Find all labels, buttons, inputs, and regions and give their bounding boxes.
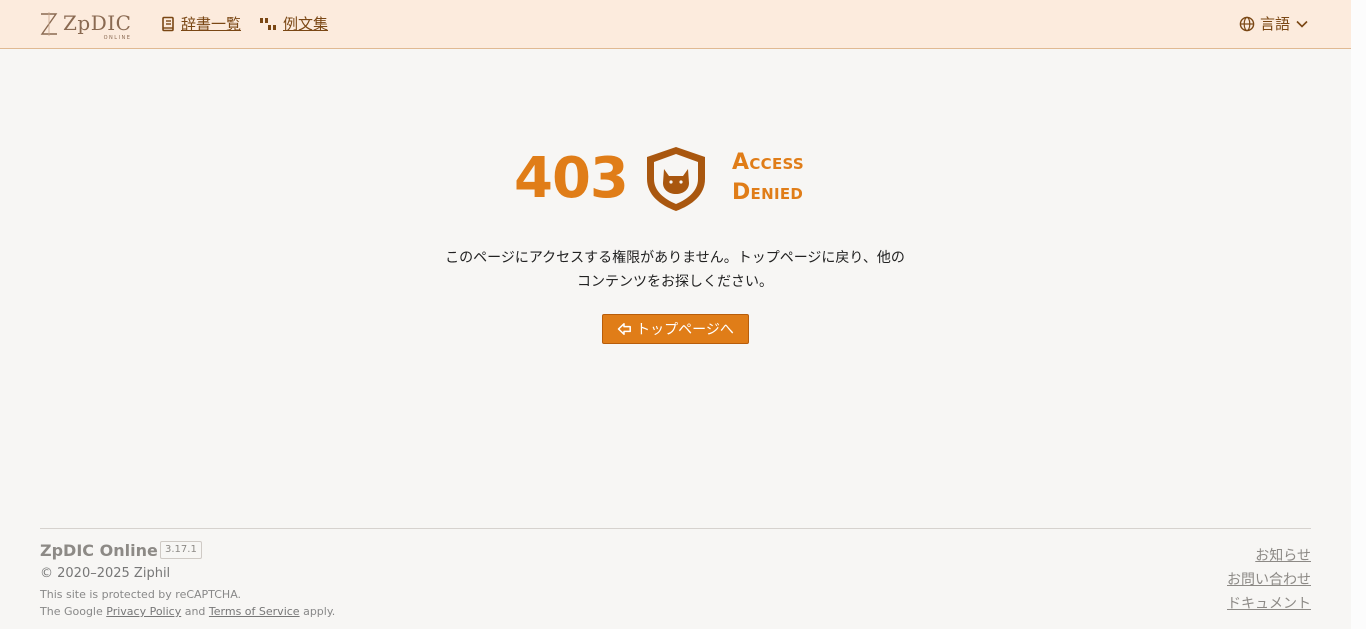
logo-subtext: ONLINE bbox=[103, 35, 132, 41]
site-logo[interactable]: ZpDIC ONLINE bbox=[39, 11, 132, 41]
error-title: Access Denied bbox=[732, 148, 804, 208]
language-selector[interactable]: 言語 bbox=[1239, 14, 1309, 34]
privacy-policy-link[interactable]: Privacy Policy bbox=[106, 605, 181, 618]
language-label: 言語 bbox=[1260, 15, 1291, 33]
error-message: このページにアクセスする権限がありません。トップページに戻り、他の コンテンツを… bbox=[420, 246, 930, 294]
error-message-line2: コンテンツをお探しください。 bbox=[577, 274, 773, 290]
nav-dictionaries-link[interactable]: 辞書一覧 bbox=[161, 14, 241, 34]
recaptcha-and: and bbox=[181, 605, 209, 618]
recaptcha-line2: The Google Privacy Policy and Terms of S… bbox=[40, 603, 335, 620]
footer-link-contact[interactable]: お問い合わせ bbox=[1227, 568, 1311, 592]
quote-icon bbox=[260, 18, 276, 30]
shield-cat-icon bbox=[647, 147, 705, 211]
scrollbar-track[interactable] bbox=[1351, 0, 1366, 629]
recaptcha-notice: This site is protected by reCAPTCHA. The… bbox=[40, 586, 335, 620]
copyright-text: © 2020–2025 Ziphil bbox=[40, 566, 171, 581]
logo-mark-icon bbox=[40, 12, 58, 36]
terms-of-service-link[interactable]: Terms of Service bbox=[209, 605, 300, 618]
nav-examples-label: 例文集 bbox=[283, 15, 329, 33]
recaptcha-prefix: The Google bbox=[40, 605, 107, 618]
footer-site-name: ZpDIC Online bbox=[40, 541, 158, 560]
error-title-line1: Access bbox=[732, 150, 805, 175]
footer-link-news[interactable]: お知らせ bbox=[1227, 544, 1311, 568]
recaptcha-apply: apply. bbox=[299, 605, 336, 618]
footer-divider bbox=[40, 528, 1311, 529]
logo-text: ZpDIC ONLINE bbox=[63, 11, 132, 41]
error-message-line1: このページにアクセスする権限がありません。トップページに戻り、他の bbox=[445, 250, 905, 266]
error-code: 403 bbox=[514, 146, 629, 211]
footer-link-docs[interactable]: ドキュメント bbox=[1227, 592, 1311, 616]
chevron-down-icon bbox=[1296, 20, 1308, 28]
book-icon bbox=[162, 16, 174, 32]
nav-examples-link[interactable]: 例文集 bbox=[259, 14, 328, 34]
footer-links: お知らせ お問い合わせ ドキュメント bbox=[1227, 544, 1311, 616]
error-title-line2: Denied bbox=[732, 180, 804, 205]
nav-dictionaries-label: 辞書一覧 bbox=[181, 15, 242, 33]
version-badge: 3.17.1 bbox=[160, 541, 202, 559]
globe-icon bbox=[1239, 16, 1255, 32]
back-to-top-page-label: トップページへ bbox=[636, 322, 734, 338]
arrow-left-icon bbox=[617, 323, 632, 335]
site-header: ZpDIC ONLINE 辞書一覧 例文集 言語 bbox=[0, 0, 1351, 49]
recaptcha-line1: This site is protected by reCAPTCHA. bbox=[40, 588, 242, 601]
back-to-top-page-button[interactable]: トップページへ bbox=[602, 314, 749, 344]
